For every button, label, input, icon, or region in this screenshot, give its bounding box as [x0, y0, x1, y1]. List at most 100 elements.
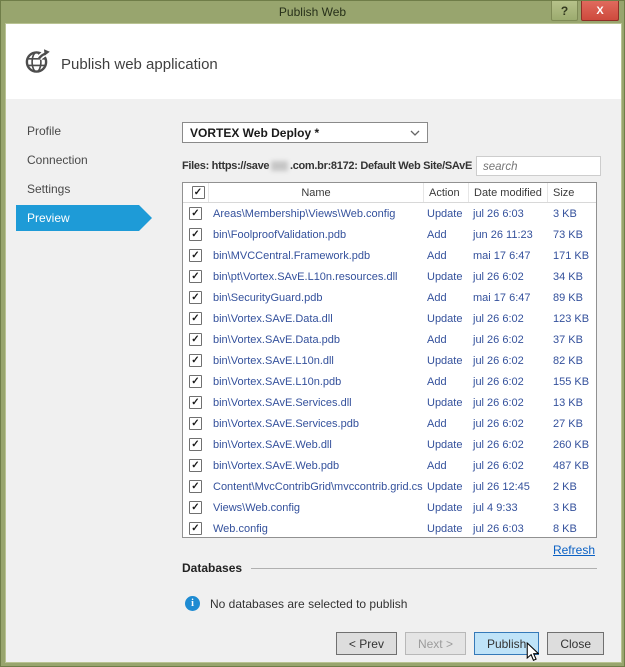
- files-url-suffix: .com.br:8172: Default Web Site/SAvE: [289, 160, 472, 172]
- cell-size: 487 KB: [553, 459, 590, 472]
- table-row[interactable]: ✓ bin\Vortex.SAvE.Web.dll Update jul 26 6:0…: [183, 434, 596, 455]
- databases-heading: Databases: [182, 561, 243, 575]
- table-row[interactable]: ✓ bin\Vortex.SAvE.Data.pdb Add jul 26 6:02 3…: [183, 329, 596, 350]
- row-checkbox[interactable]: ✓: [189, 501, 202, 514]
- sidebar-item-settings[interactable]: Settings: [6, 176, 166, 202]
- cell-name: bin\Vortex.SAvE.Data.dll: [213, 312, 333, 325]
- table-row[interactable]: ✓ bin\Vortex.SAvE.Services.dll Update jul 2…: [183, 392, 596, 413]
- cell-size: 155 KB: [553, 375, 590, 388]
- chevron-down-icon: [410, 130, 420, 136]
- cell-date: mai 17 6:47: [473, 291, 531, 304]
- prev-button-label: < Prev: [348, 636, 384, 651]
- cell-date: jul 26 6:02: [473, 459, 524, 472]
- cell-size: 73 KB: [553, 228, 583, 241]
- column-header-size[interactable]: Size: [547, 183, 596, 202]
- table-row[interactable]: ✓ bin\Vortex.SAvE.Data.dll Update jul 26 6:…: [183, 308, 596, 329]
- column-header-date-modified[interactable]: Date modified: [468, 183, 547, 202]
- cell-name: bin\SecurityGuard.pdb: [213, 291, 323, 304]
- search-input[interactable]: [477, 158, 600, 176]
- help-button[interactable]: ?: [551, 1, 578, 21]
- table-row[interactable]: ✓ bin\FoolproofValidation.pdb Add jun 26 11…: [183, 224, 596, 245]
- cell-name: bin\Vortex.SAvE.L10n.pdb: [213, 375, 342, 388]
- close-button[interactable]: Close: [547, 632, 604, 655]
- row-checkbox[interactable]: ✓: [189, 228, 202, 241]
- select-all-checkbox[interactable]: ✓: [191, 186, 205, 199]
- table-row[interactable]: ✓ bin\pt\Vortex.SAvE.L10n.resources.dll Up…: [183, 266, 596, 287]
- cell-action: Update: [427, 480, 463, 493]
- footer-buttons: < Prev Next > Publish Close: [335, 632, 604, 662]
- table-row[interactable]: ✓ Web.config Update jul 26 6:03 8 KB: [183, 518, 596, 539]
- cell-name: bin\Vortex.SAvE.Services.pdb: [213, 417, 359, 430]
- sidebar-item-connection[interactable]: Connection: [6, 147, 166, 173]
- cell-name: Content\MvcContribGrid\mvccontrib.grid.c…: [213, 480, 423, 493]
- profile-dropdown[interactable]: VORTEX Web Deploy *: [182, 122, 428, 143]
- cell-name: bin\Vortex.SAvE.Web.pdb: [213, 459, 340, 472]
- cell-name: Web.config: [213, 522, 268, 535]
- cell-date: jul 26 6:03: [473, 522, 524, 535]
- cell-date: jul 26 6:02: [473, 354, 524, 367]
- publish-button-label: Publish: [486, 636, 527, 651]
- cell-action: Add: [427, 375, 447, 388]
- cell-action: Update: [427, 270, 463, 283]
- cell-date: mai 17 6:47: [473, 249, 531, 262]
- prev-button[interactable]: < Prev: [335, 632, 397, 655]
- titlebar[interactable]: Publish Web: [1, 1, 624, 23]
- cell-action: Add: [427, 249, 447, 262]
- cell-action: Add: [427, 417, 447, 430]
- cell-action: Add: [427, 291, 447, 304]
- column-header-name[interactable]: Name: [208, 183, 423, 202]
- cell-action: Update: [427, 354, 463, 367]
- help-icon: ?: [560, 3, 569, 18]
- mouse-cursor-icon: [527, 642, 540, 662]
- row-checkbox[interactable]: ✓: [189, 312, 202, 325]
- cell-date: jul 26 6:02: [473, 270, 524, 283]
- table-row[interactable]: ✓ Areas\Membership\Views\Web.config Update…: [183, 203, 596, 224]
- sidebar-item-label: Settings: [27, 182, 71, 196]
- row-checkbox[interactable]: ✓: [189, 522, 202, 535]
- sidebar-item-label: Preview: [27, 211, 70, 225]
- table-row[interactable]: ✓ bin\SecurityGuard.pdb Add mai 17 6:47 89 K…: [183, 287, 596, 308]
- table-row[interactable]: ✓ bin\MVCCentral.Framework.pdb Add mai 17 6…: [183, 245, 596, 266]
- row-checkbox[interactable]: ✓: [189, 375, 202, 388]
- column-header-action[interactable]: Action: [423, 183, 468, 202]
- row-checkbox[interactable]: ✓: [189, 333, 202, 346]
- table-header-row: ✓ Name Action Date modified Size: [183, 183, 596, 203]
- row-checkbox[interactable]: ✓: [189, 459, 202, 472]
- table-body: ✓ Areas\Membership\Views\Web.config Update…: [183, 203, 596, 539]
- next-button[interactable]: Next >: [404, 632, 466, 655]
- file-search-box: [476, 156, 601, 176]
- cell-name: bin\Vortex.SAvE.Services.dll: [213, 396, 352, 409]
- cell-date: jul 26 6:02: [473, 417, 524, 430]
- row-checkbox[interactable]: ✓: [189, 207, 202, 220]
- sidebar-item-label: Connection: [27, 153, 88, 167]
- table-row[interactable]: ✓ bin\Vortex.SAvE.L10n.pdb Add jul 26 6:02 1…: [183, 371, 596, 392]
- cell-date: jul 26 6:03: [473, 207, 524, 220]
- table-row[interactable]: ✓ Views\Web.config Update jul 4 9:33 3 KB: [183, 497, 596, 518]
- cell-date: jul 4 9:33: [473, 501, 518, 514]
- row-checkbox[interactable]: ✓: [189, 249, 202, 262]
- cell-name: bin\Vortex.SAvE.L10n.dll: [213, 354, 334, 367]
- row-checkbox[interactable]: ✓: [189, 417, 202, 430]
- globe-publish-icon: [24, 48, 51, 80]
- refresh-link[interactable]: Refresh: [553, 543, 595, 557]
- row-checkbox[interactable]: ✓: [189, 438, 202, 451]
- row-checkbox[interactable]: ✓: [189, 291, 202, 304]
- cell-name: Areas\Membership\Views\Web.config: [213, 207, 396, 220]
- cell-size: 260 KB: [553, 438, 590, 451]
- table-row[interactable]: ✓ Content\MvcContribGrid\mvccontrib.grid.…: [183, 476, 596, 497]
- table-row[interactable]: ✓ bin\Vortex.SAvE.Services.pdb Add jul 26 6…: [183, 413, 596, 434]
- row-checkbox[interactable]: ✓: [189, 270, 202, 283]
- sidebar-item-profile[interactable]: Profile: [6, 118, 166, 144]
- cell-name: Views\Web.config: [213, 501, 301, 514]
- table-row[interactable]: ✓ bin\Vortex.SAvE.Web.pdb Add jul 26 6:02 48…: [183, 455, 596, 476]
- row-checkbox[interactable]: ✓: [189, 396, 202, 409]
- row-checkbox[interactable]: ✓: [189, 480, 202, 493]
- close-window-button[interactable]: x: [581, 1, 619, 21]
- row-checkbox[interactable]: ✓: [189, 354, 202, 367]
- cell-date: jul 26 6:02: [473, 375, 524, 388]
- publish-button[interactable]: Publish: [473, 632, 540, 662]
- table-row[interactable]: ✓ bin\Vortex.SAvE.L10n.dll Update jul 26 6:…: [183, 350, 596, 371]
- cell-action: Add: [427, 333, 447, 346]
- sidebar-item-preview[interactable]: Preview: [16, 205, 152, 231]
- cell-action: Add: [427, 459, 447, 472]
